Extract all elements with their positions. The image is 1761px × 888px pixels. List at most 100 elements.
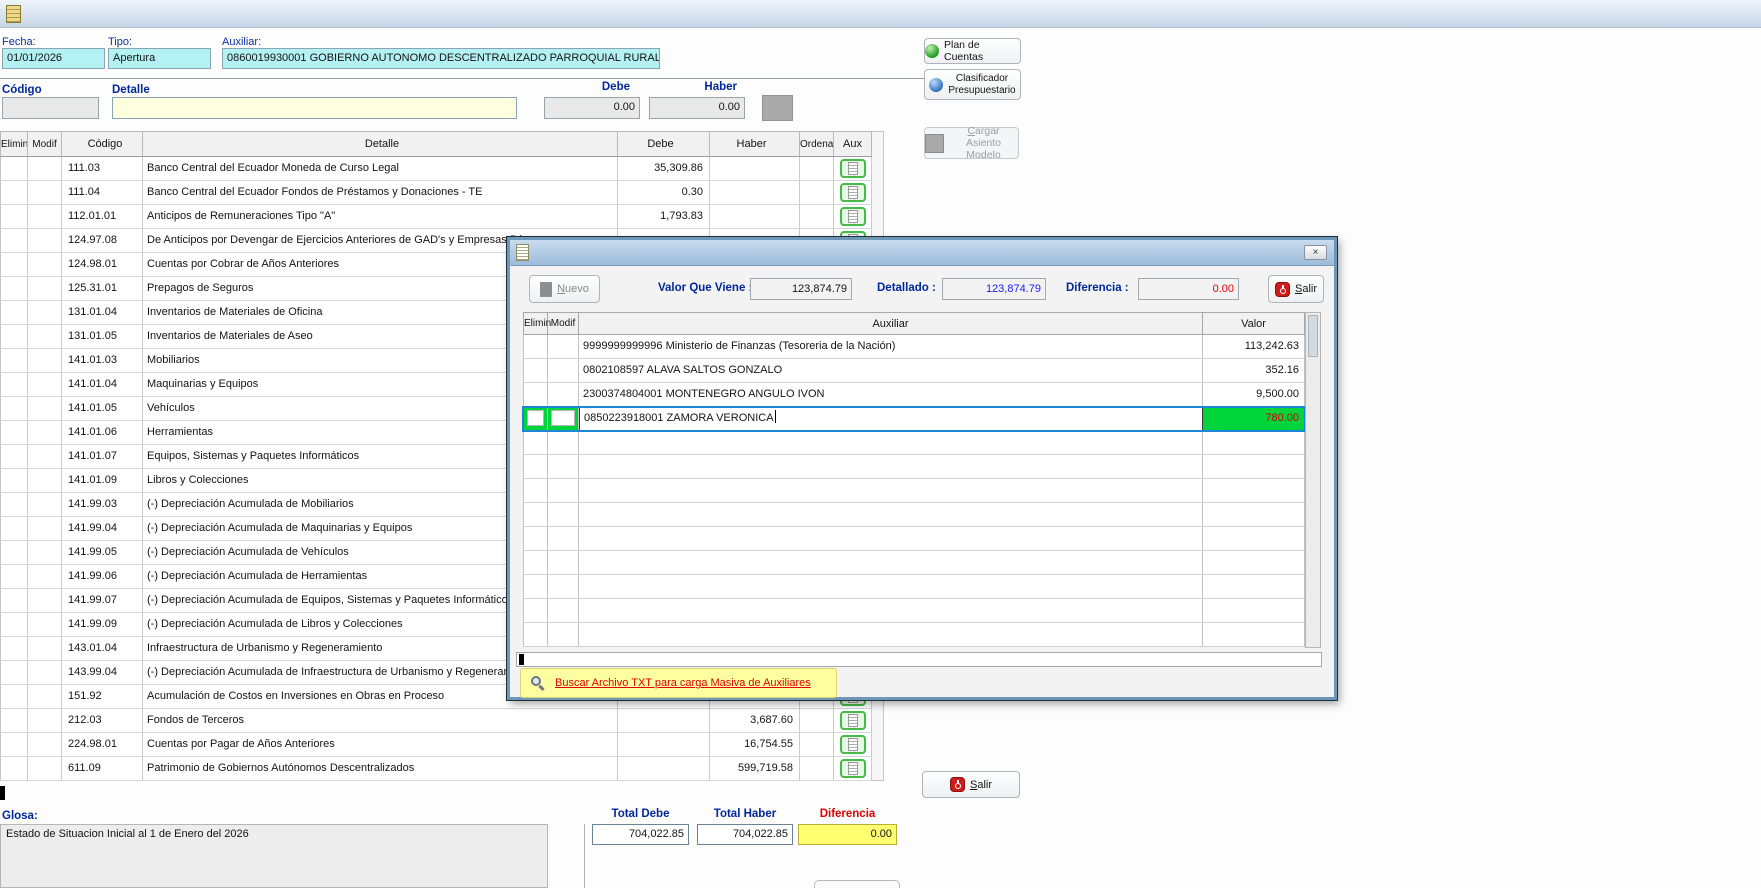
buscar-txt-button[interactable]: Buscar Archivo TXT para carga Masiva de … <box>520 668 837 698</box>
cell-modif[interactable] <box>548 335 579 359</box>
cell-elimin[interactable] <box>0 493 28 517</box>
auxiliar-row-empty[interactable] <box>523 599 1305 623</box>
cell-modif[interactable] <box>28 325 62 349</box>
table-row[interactable]: 611.09Patrimonio de Gobiernos Autónomos … <box>0 757 872 781</box>
cell-elimin[interactable] <box>0 661 28 685</box>
cell-elimin[interactable] <box>0 181 28 205</box>
aux-button[interactable] <box>840 759 866 778</box>
cell-modif[interactable] <box>28 517 62 541</box>
glosa-field[interactable]: Estado de Situacion Inicial al 1 de Ener… <box>0 824 548 888</box>
cell-elimin[interactable] <box>0 229 28 253</box>
cell-elimin[interactable] <box>0 421 28 445</box>
cell-elimin[interactable] <box>0 541 28 565</box>
partial-bottom-button[interactable] <box>814 880 900 888</box>
cell-modif[interactable] <box>28 397 62 421</box>
cell-ordenar[interactable] <box>800 205 834 229</box>
dialog-scrollbar[interactable] <box>1305 312 1321 648</box>
cell-elimin[interactable] <box>0 277 28 301</box>
detalle-input[interactable] <box>112 97 517 119</box>
cell-elimin[interactable] <box>0 733 28 757</box>
cell-modif[interactable] <box>28 349 62 373</box>
cell-modif[interactable] <box>28 157 62 181</box>
cell-modif[interactable] <box>28 661 62 685</box>
cell-elimin[interactable] <box>0 205 28 229</box>
tipo-field[interactable]: Apertura <box>108 48 211 69</box>
aux-button[interactable] <box>840 735 866 754</box>
cell-modif[interactable] <box>28 733 62 757</box>
auxiliar-row[interactable]: 0850223918001 ZAMORA VERONICA780.00 <box>523 407 1305 431</box>
cell-modif[interactable] <box>548 359 579 383</box>
cell-elimin[interactable] <box>0 397 28 421</box>
cell-elimin[interactable] <box>0 757 28 781</box>
cell-modif[interactable] <box>28 301 62 325</box>
aux-button[interactable] <box>840 183 866 202</box>
auxiliar-row-empty[interactable] <box>523 551 1305 575</box>
cell-modif[interactable] <box>28 469 62 493</box>
debe-input[interactable]: 0.00 <box>544 97 640 119</box>
clasificador-presupuestario-button[interactable]: Clasificador Presupuestario <box>924 69 1021 100</box>
cell-elimin[interactable] <box>0 613 28 637</box>
table-row[interactable]: 111.03Banco Central del Ecuador Moneda d… <box>0 157 872 181</box>
aux-button[interactable] <box>840 711 866 730</box>
cell-modif[interactable] <box>28 373 62 397</box>
auxiliar-row-empty[interactable] <box>523 503 1305 527</box>
cell-elimin[interactable] <box>0 709 28 733</box>
cargar-asiento-modelo-button[interactable]: Cargar Asiento Modelo <box>924 127 1019 159</box>
cell-elimin[interactable] <box>0 373 28 397</box>
table-row[interactable]: 212.03Fondos de Terceros3,687.60 <box>0 709 872 733</box>
plan-de-cuentas-button[interactable]: Plan de Cuentas <box>924 38 1021 64</box>
cell-elimin[interactable] <box>0 325 28 349</box>
cell-modif[interactable] <box>28 229 62 253</box>
auxiliar-row[interactable]: 9999999999996 Ministerio de Finanzas (Te… <box>523 335 1305 359</box>
cell-modif[interactable] <box>548 407 579 431</box>
cell-elimin[interactable] <box>0 349 28 373</box>
cell-elimin[interactable] <box>0 301 28 325</box>
cell-elimin[interactable] <box>523 335 548 359</box>
cell-modif[interactable] <box>28 277 62 301</box>
scrollbar-thumb[interactable] <box>1308 315 1318 357</box>
cell-elimin[interactable] <box>523 359 548 383</box>
auxiliar-field[interactable]: 0860019930001 GOBIERNO AUTONOMO DESCENTR… <box>222 48 660 69</box>
cell-modif[interactable] <box>28 253 62 277</box>
dialog-titlebar[interactable]: × <box>510 240 1334 266</box>
cell-elimin[interactable] <box>0 565 28 589</box>
table-row[interactable]: 111.04Banco Central del Ecuador Fondos d… <box>0 181 872 205</box>
auxiliar-row-empty[interactable] <box>523 575 1305 599</box>
cell-elimin[interactable] <box>0 469 28 493</box>
cell-ordenar[interactable] <box>800 181 834 205</box>
add-row-button[interactable] <box>762 95 793 121</box>
auxiliar-row-empty[interactable] <box>523 623 1305 647</box>
table-row[interactable]: 112.01.01Anticipos de Remuneraciones Tip… <box>0 205 872 229</box>
cell-auxiliar[interactable]: 0850223918001 ZAMORA VERONICA <box>579 407 1203 431</box>
cell-modif[interactable] <box>28 421 62 445</box>
cell-elimin[interactable] <box>523 407 548 431</box>
cell-ordenar[interactable] <box>800 709 834 733</box>
cell-modif[interactable] <box>28 685 62 709</box>
cell-modif[interactable] <box>28 541 62 565</box>
auxiliar-row-empty[interactable] <box>523 455 1305 479</box>
codigo-input[interactable] <box>2 97 99 119</box>
cell-ordenar[interactable] <box>800 757 834 781</box>
cell-elimin[interactable] <box>0 517 28 541</box>
cell-elimin[interactable] <box>0 157 28 181</box>
cell-elimin[interactable] <box>523 383 548 407</box>
cell-modif[interactable] <box>28 565 62 589</box>
table-row[interactable]: 224.98.01Cuentas por Pagar de Años Anter… <box>0 733 872 757</box>
aux-button[interactable] <box>840 207 866 226</box>
auxiliar-row-empty[interactable] <box>523 527 1305 551</box>
cell-modif[interactable] <box>28 637 62 661</box>
cell-elimin[interactable] <box>0 685 28 709</box>
cell-modif[interactable] <box>28 709 62 733</box>
cell-modif[interactable] <box>28 445 62 469</box>
salir-button[interactable]: Salir <box>922 771 1020 798</box>
cell-ordenar[interactable] <box>800 157 834 181</box>
fecha-field[interactable]: 01/01/2026 <box>2 48 105 69</box>
cell-ordenar[interactable] <box>800 733 834 757</box>
cell-elimin[interactable] <box>0 589 28 613</box>
cell-modif[interactable] <box>28 205 62 229</box>
cell-elimin[interactable] <box>0 253 28 277</box>
cell-elimin[interactable] <box>0 637 28 661</box>
nuevo-button[interactable]: Nuevo <box>529 275 600 303</box>
auxiliar-row[interactable]: 0802108597 ALAVA SALTOS GONZALO352.16 <box>523 359 1305 383</box>
cell-modif[interactable] <box>28 757 62 781</box>
